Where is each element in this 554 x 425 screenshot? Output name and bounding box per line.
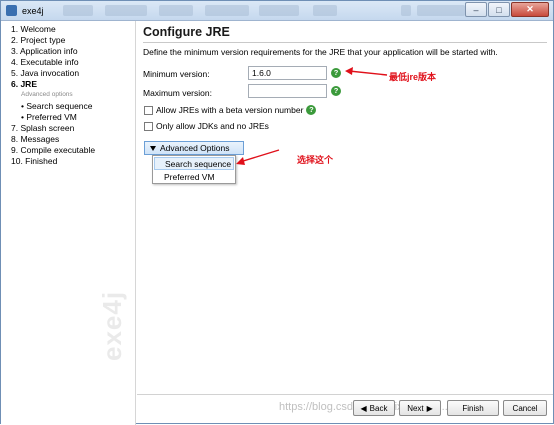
maximize-button[interactable]: □: [488, 2, 510, 17]
min-version-label: Minimum version:: [143, 69, 210, 79]
heading-divider: [143, 42, 547, 43]
step-application-info[interactable]: 3. Application info: [11, 46, 78, 56]
window-controls: – □ ✕: [465, 2, 549, 17]
main-panel: Configure JRE Define the minimum version…: [137, 21, 553, 425]
finish-button[interactable]: Finish: [447, 400, 499, 416]
back-button[interactable]: ◀ Back: [353, 400, 395, 416]
step-java-invocation[interactable]: 5. Java invocation: [11, 68, 79, 78]
advanced-options-label: Advanced Options: [160, 143, 230, 153]
exe4j-window: exe4j – □ ✕ 1. Welcome 2. Project type 3…: [0, 0, 554, 425]
minimize-button[interactable]: –: [465, 2, 487, 17]
advanced-options-menu: Search sequence Preferred VM: [152, 155, 236, 184]
advanced-options-button[interactable]: Advanced Options: [144, 141, 244, 155]
only-jdk-row[interactable]: Only allow JDKs and no JREs: [144, 121, 269, 131]
arrowhead-icon: [236, 157, 245, 165]
chevron-left-icon: ◀: [360, 403, 367, 413]
cancel-label: Cancel: [512, 403, 538, 413]
close-button[interactable]: ✕: [511, 2, 549, 17]
max-version-label: Maximum version:: [143, 88, 212, 98]
blurred-taskbar-item: [63, 5, 93, 16]
blurred-taskbar-item: [417, 5, 465, 16]
step-welcome[interactable]: 1. Welcome: [11, 24, 56, 34]
menu-item-search-sequence[interactable]: Search sequence: [154, 157, 234, 170]
next-button[interactable]: Next ▶: [399, 400, 441, 416]
blurred-taskbar-item: [259, 5, 299, 16]
annotation-arrows: [345, 67, 388, 76]
choose-annotation: 选择这个: [297, 155, 334, 165]
arrow-line: [239, 149, 280, 163]
window-title: exe4j: [22, 6, 44, 16]
step-executable-info[interactable]: 4. Executable info: [11, 57, 79, 67]
step-search-sequence[interactable]: • Search sequence: [21, 101, 93, 111]
min-version-annotation: 最低jre版本: [389, 72, 437, 82]
blurred-taskbar-item: [313, 5, 337, 16]
step-compile-executable[interactable]: 9. Compile executable: [11, 145, 95, 155]
finish-label: Finish: [462, 403, 484, 413]
page-description: Define the minimum version requirements …: [143, 47, 498, 57]
wizard-steps-sidebar: 1. Welcome 2. Project type 3. Applicatio…: [1, 21, 136, 425]
footer-divider: [137, 394, 553, 395]
cancel-button[interactable]: Cancel: [503, 400, 547, 416]
min-version-input[interactable]: 1.6.0: [248, 66, 327, 80]
blurred-user-icon: [401, 5, 411, 16]
triangle-down-icon: [150, 145, 156, 151]
step-jre[interactable]: 6. JRE: [11, 79, 37, 89]
only-jdk-label: Only allow JDKs and no JREs: [156, 121, 269, 131]
annotation-arrows: [236, 149, 280, 165]
arrow-line: [348, 70, 388, 76]
next-label: Next: [407, 403, 424, 413]
advanced-options-subheader: Advanced options: [21, 91, 73, 98]
app-icon: [6, 5, 17, 16]
step-finished[interactable]: 10. Finished: [11, 156, 57, 166]
chevron-right-icon: ▶: [426, 403, 433, 413]
exe4j-brand-watermark: exe4j: [97, 290, 127, 361]
allow-beta-checkbox[interactable]: [144, 105, 153, 115]
help-icon[interactable]: ?: [306, 105, 317, 115]
blurred-taskbar-item: [105, 5, 147, 16]
allow-beta-label: Allow JREs with a beta version number: [156, 105, 304, 115]
page-title: Configure JRE: [143, 25, 230, 39]
title-bar[interactable]: exe4j – □ ✕: [1, 1, 553, 21]
max-version-input[interactable]: [248, 84, 327, 98]
back-label: Back: [369, 403, 388, 413]
step-project-type[interactable]: 2. Project type: [11, 35, 65, 45]
allow-beta-row[interactable]: Allow JREs with a beta version number ?: [144, 105, 317, 115]
arrowhead-icon: [345, 67, 353, 75]
blurred-taskbar-item: [205, 5, 249, 16]
step-preferred-vm[interactable]: • Preferred VM: [21, 112, 77, 122]
step-splash-screen[interactable]: 7. Splash screen: [11, 123, 74, 133]
blurred-taskbar-item: [159, 5, 193, 16]
step-messages[interactable]: 8. Messages: [11, 134, 59, 144]
menu-item-preferred-vm[interactable]: Preferred VM: [154, 171, 234, 184]
only-jdk-checkbox[interactable]: [144, 121, 153, 131]
